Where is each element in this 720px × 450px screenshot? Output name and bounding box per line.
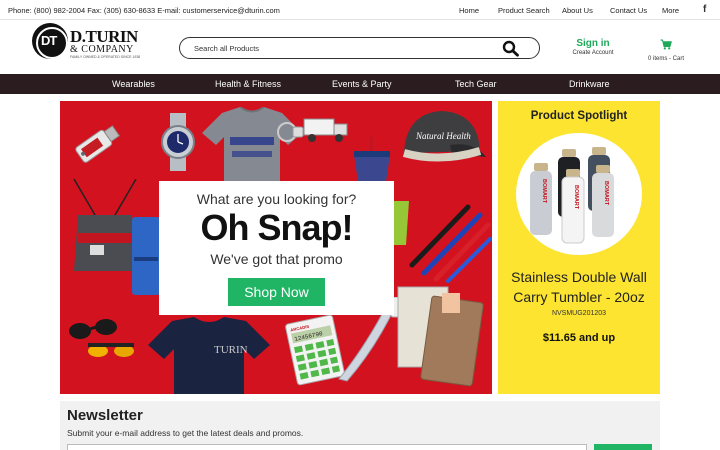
cart-count: 0 items - Cart bbox=[647, 56, 684, 62]
facebook-icon[interactable]: f bbox=[703, 4, 711, 16]
spotlight-title: Product Spotlight bbox=[530, 110, 628, 122]
padfolio-image bbox=[396, 283, 486, 392]
logo-subname: & COMPANY bbox=[70, 44, 134, 55]
nav-about-link[interactable]: About Us bbox=[562, 6, 593, 15]
category-tech-gear[interactable]: Tech Gear bbox=[455, 79, 497, 89]
bottle-brand-3: BOMART bbox=[603, 181, 609, 206]
search-bar bbox=[179, 37, 540, 59]
watch-image bbox=[152, 113, 204, 176]
spotlight-price: $11.65 and up bbox=[542, 332, 616, 344]
shop-now-button[interactable]: Shop Now bbox=[228, 278, 325, 306]
bottle-brand-1: BOMART bbox=[541, 179, 547, 204]
logo-monogram: DT bbox=[41, 33, 57, 48]
hero-banner[interactable]: Natural Health TURIN ARCADIS 12456790 Wh… bbox=[60, 101, 492, 394]
usb-drive-image bbox=[68, 115, 126, 178]
truck-image bbox=[302, 113, 350, 150]
spotlight-product-image[interactable]: BOMART BOMART BOMART bbox=[516, 133, 642, 255]
top-nav: Home Product Search About Us Contact Us … bbox=[0, 6, 720, 16]
category-events-party[interactable]: Events & Party bbox=[332, 79, 392, 89]
category-health-fitness[interactable]: Health & Fitness bbox=[215, 79, 281, 89]
hero-callout: What are you looking for? Oh Snap! We've… bbox=[159, 181, 394, 315]
newsletter-title: Newsletter bbox=[67, 407, 143, 424]
pens-image bbox=[402, 193, 492, 288]
newsletter-section: Newsletter Submit your e-mail address to… bbox=[60, 401, 660, 450]
tshirt-logo-text: TURIN bbox=[214, 344, 248, 356]
company-logo[interactable]: DT D.TURIN & COMPANY FAMILY OWNED & OPER… bbox=[32, 23, 147, 63]
search-icon[interactable] bbox=[502, 40, 520, 57]
nav-home-link[interactable]: Home bbox=[459, 6, 479, 15]
cart-icon bbox=[660, 39, 672, 50]
bottle-brand-2: BOMART bbox=[573, 185, 579, 210]
site-header: DT D.TURIN & COMPANY FAMILY OWNED & OPER… bbox=[0, 20, 720, 73]
hero-question: What are you looking for? bbox=[196, 191, 357, 207]
cap-logo-text: Natural Health bbox=[415, 131, 471, 141]
tshirt-navy-image: TURIN bbox=[146, 317, 272, 394]
sign-in-label: Sign in bbox=[576, 38, 610, 49]
nav-contact-link[interactable]: Contact Us bbox=[610, 6, 647, 15]
nav-product-search-link[interactable]: Product Search bbox=[498, 6, 550, 15]
spotlight-sku: NVSMUG201203 bbox=[551, 310, 607, 317]
cart-link[interactable]: 0 items - Cart bbox=[640, 37, 692, 62]
spotlight-product-name[interactable]: Stainless Double Wall Carry Tumbler - 20… bbox=[504, 267, 654, 307]
product-spotlight[interactable]: Product Spotlight BOMART BOMART BOMART S… bbox=[498, 101, 660, 394]
top-bar: Phone: (800) 982-2004 Fax: (305) 630-863… bbox=[0, 0, 720, 20]
hero-headline: Oh Snap! bbox=[200, 207, 354, 248]
newsletter-submit-button[interactable] bbox=[594, 444, 652, 450]
category-drinkware[interactable]: Drinkware bbox=[569, 79, 610, 89]
category-wearables[interactable]: Wearables bbox=[112, 79, 155, 89]
logo-tagline: FAMILY OWNED & OPERATED SINCE 1938 bbox=[70, 55, 141, 59]
category-nav: Wearables Health & Fitness Events & Part… bbox=[0, 74, 720, 94]
create-account-link[interactable]: Create Account bbox=[565, 50, 621, 56]
hero-subhead: We've got that promo bbox=[210, 251, 343, 267]
cap-image: Natural Health bbox=[394, 105, 490, 186]
sunglasses-image bbox=[66, 315, 148, 366]
newsletter-description: Submit your e-mail address to get the la… bbox=[67, 428, 304, 438]
newsletter-email-input[interactable] bbox=[67, 444, 587, 450]
search-input[interactable] bbox=[194, 41, 494, 56]
keychain-image bbox=[275, 119, 305, 150]
sign-in-link[interactable]: Sign in Create Account bbox=[565, 38, 621, 56]
nav-more-link[interactable]: More bbox=[662, 6, 679, 15]
